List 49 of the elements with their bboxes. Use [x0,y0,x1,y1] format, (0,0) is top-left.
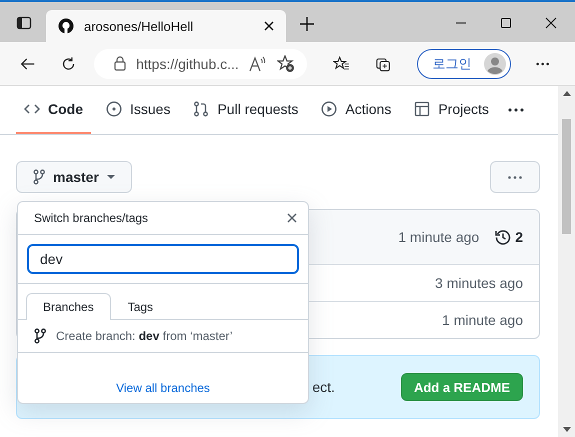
repo-tab[interactable]: Pull requests [185,86,306,134]
pull-request-icon [193,101,210,117]
read-aloud-icon[interactable] [248,56,267,72]
repo-tab[interactable]: Actions [313,86,400,134]
refresh-icon[interactable] [61,54,76,72]
branch-search-field[interactable]: dev [27,244,299,274]
repo-tab[interactable]: Projects [406,86,497,134]
create-branch-item[interactable]: Create branch: dev from ‘master’ [18,320,308,353]
play-icon [321,101,338,117]
file-time: 3 minutes ago [435,275,523,291]
dropdown-title: Switch branches/tags [34,211,148,225]
dropdown-tab[interactable]: Branches [26,293,111,320]
address-bar[interactable]: https://github.c... [94,48,307,78]
more-icon [508,176,522,178]
scrollbar-thumb[interactable] [562,119,571,234]
file-time: 1 minute ago [442,312,523,328]
close-icon[interactable] [264,21,274,31]
branch-icon [34,328,46,344]
close-icon[interactable] [287,213,297,223]
banner-text: ect. [312,379,335,395]
favorite-add-icon[interactable] [276,54,295,72]
favorites-icon[interactable] [332,54,350,72]
branch-button[interactable]: master [16,161,132,193]
commit-history-link[interactable]: 2 [495,229,523,245]
login-button[interactable]: 로그인 [416,48,511,78]
commit-time: 1 minute ago [398,229,480,245]
more-icon[interactable] [536,62,549,66]
repo-tab[interactable]: Code [16,86,91,134]
back-icon[interactable] [20,56,36,72]
lock-icon [114,56,126,71]
new-tab-icon[interactable] [300,17,314,31]
caret-icon [106,175,115,179]
scroll-up-icon[interactable] [562,91,570,96]
scroll-down-icon[interactable] [562,427,570,432]
dropdown-tab[interactable]: Tags [110,293,170,320]
table-icon [414,101,430,117]
close-icon[interactable] [545,17,557,29]
repo-tab[interactable]: Issues [98,86,178,134]
octocat-icon [58,18,74,34]
history-icon [495,229,512,245]
issue-icon [106,101,122,117]
more-icon[interactable] [508,108,524,112]
maximize-icon[interactable] [500,17,512,29]
view-all-branches-link[interactable]: View all branches [116,381,210,395]
avatar-icon [484,52,506,74]
branch-icon [33,169,45,185]
sidebar-icon[interactable] [16,15,32,31]
browser-tab[interactable]: arosones/HelloHell [46,10,286,42]
scrollbar[interactable] [558,86,575,437]
